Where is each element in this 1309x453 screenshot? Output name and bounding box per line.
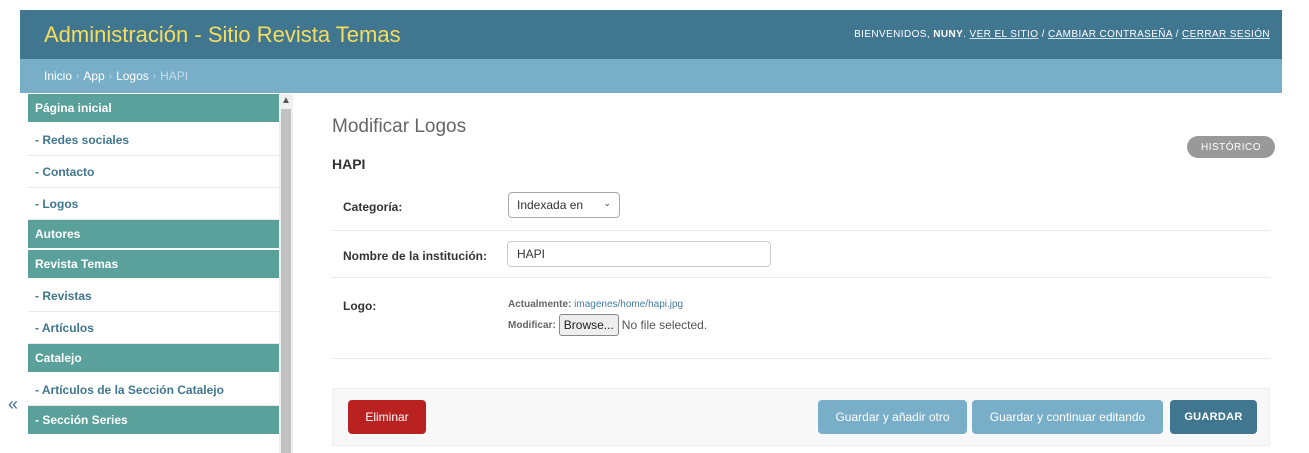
sidebar-head-autores[interactable]: Autores bbox=[28, 220, 279, 250]
scroll-up-icon[interactable]: ▲ bbox=[279, 94, 293, 108]
form-row-logo: Logo: Actualmente: imagenes/home/hapi.jp… bbox=[332, 278, 1270, 359]
username: NUNY bbox=[933, 29, 964, 40]
nombre-input[interactable]: HAPI bbox=[507, 241, 771, 267]
no-file-text: No file selected. bbox=[621, 318, 708, 332]
logo-label: Logo: bbox=[343, 299, 377, 313]
delete-button[interactable]: Eliminar bbox=[348, 400, 426, 434]
sidebar-head-catalejo[interactable]: Catalejo bbox=[28, 344, 279, 374]
save-button[interactable]: GUARDAR bbox=[1170, 400, 1257, 434]
nombre-label: Nombre de la institución: bbox=[343, 249, 488, 263]
breadcrumb-separator: › bbox=[152, 70, 157, 82]
collapse-sidebar-icon[interactable]: « bbox=[8, 394, 18, 415]
breadcrumb-separator: › bbox=[108, 70, 113, 82]
categoria-value: Indexada en bbox=[517, 198, 584, 212]
breadcrumb-separator: › bbox=[76, 70, 80, 82]
scrollbar-thumb[interactable] bbox=[281, 109, 291, 453]
sidebar-item-redes-sociales[interactable]: - Redes sociales bbox=[28, 124, 279, 156]
save-add-another-button[interactable]: Guardar y añadir otro bbox=[818, 400, 967, 434]
sidebar-nav: Página inicial - Redes sociales - Contac… bbox=[28, 94, 279, 453]
logout-link[interactable]: CERRAR SESIÓN bbox=[1182, 29, 1270, 40]
breadcrumb-current: HAPI bbox=[160, 69, 189, 83]
logo-file-widget: Actualmente: imagenes/home/hapi.jpg Modi… bbox=[508, 299, 707, 336]
breadcrumb-logos[interactable]: Logos bbox=[116, 69, 149, 83]
breadcrumb: Inicio › App › Logos › HAPI bbox=[20, 59, 1282, 93]
site-title[interactable]: Administración - Sitio Revista Temas bbox=[44, 22, 401, 48]
currently-label: Actualmente: bbox=[508, 299, 572, 310]
separator: / bbox=[1041, 29, 1045, 40]
breadcrumb-home[interactable]: Inicio bbox=[44, 69, 72, 83]
user-tools: BIENVENIDOS, NUNY. VER EL SITIO / CAMBIA… bbox=[854, 29, 1270, 40]
sidebar-head-revista-temas[interactable]: Revista Temas bbox=[28, 250, 279, 280]
history-button[interactable]: HISTÓRICO bbox=[1187, 136, 1276, 158]
browse-button[interactable]: Browse... bbox=[558, 314, 619, 336]
form-row-nombre: Nombre de la institución: HAPI bbox=[332, 231, 1270, 278]
separator: / bbox=[1175, 29, 1179, 40]
page-title: Modificar Logos bbox=[332, 116, 467, 137]
sidebar-item-articulos[interactable]: - Artículos bbox=[28, 312, 279, 344]
chevron-down-icon: ⌄ bbox=[603, 198, 611, 208]
welcome-text: BIENVENIDOS, bbox=[854, 29, 931, 40]
site-header: Administración - Sitio Revista Temas BIE… bbox=[20, 10, 1282, 59]
submit-row: Eliminar Guardar y añadir otro Guardar y… bbox=[332, 388, 1270, 446]
save-continue-button[interactable]: Guardar y continuar editando bbox=[972, 400, 1163, 434]
sidebar-item-logos[interactable]: - Logos bbox=[28, 188, 279, 220]
sidebar-item-seccion-series[interactable]: - Sección Series bbox=[28, 406, 279, 436]
view-site-link[interactable]: VER EL SITIO bbox=[970, 29, 1039, 40]
sidebar-item-articulos-catalejo[interactable]: - Artículos de la Sección Catalejo bbox=[28, 374, 279, 406]
sidebar-scrollbar[interactable]: ▲ bbox=[279, 94, 293, 453]
sidebar-item-revistas[interactable]: - Revistas bbox=[28, 280, 279, 312]
form-row-categoria: Categoría: Indexada en ⌄ bbox=[332, 185, 1270, 231]
sidebar-item-contacto[interactable]: - Contacto bbox=[28, 156, 279, 188]
sidebar-head-pagina-inicial[interactable]: Página inicial bbox=[28, 94, 279, 124]
change-password-link[interactable]: CAMBIAR CONTRASEÑA bbox=[1048, 29, 1172, 40]
categoria-label: Categoría: bbox=[343, 200, 403, 214]
change-label: Modificar: bbox=[508, 319, 556, 331]
categoria-select[interactable]: Indexada en ⌄ bbox=[508, 192, 620, 218]
breadcrumb-app[interactable]: App bbox=[83, 69, 104, 83]
current-file-link[interactable]: imagenes/home/hapi.jpg bbox=[574, 299, 683, 310]
object-title: HAPI bbox=[332, 156, 366, 172]
